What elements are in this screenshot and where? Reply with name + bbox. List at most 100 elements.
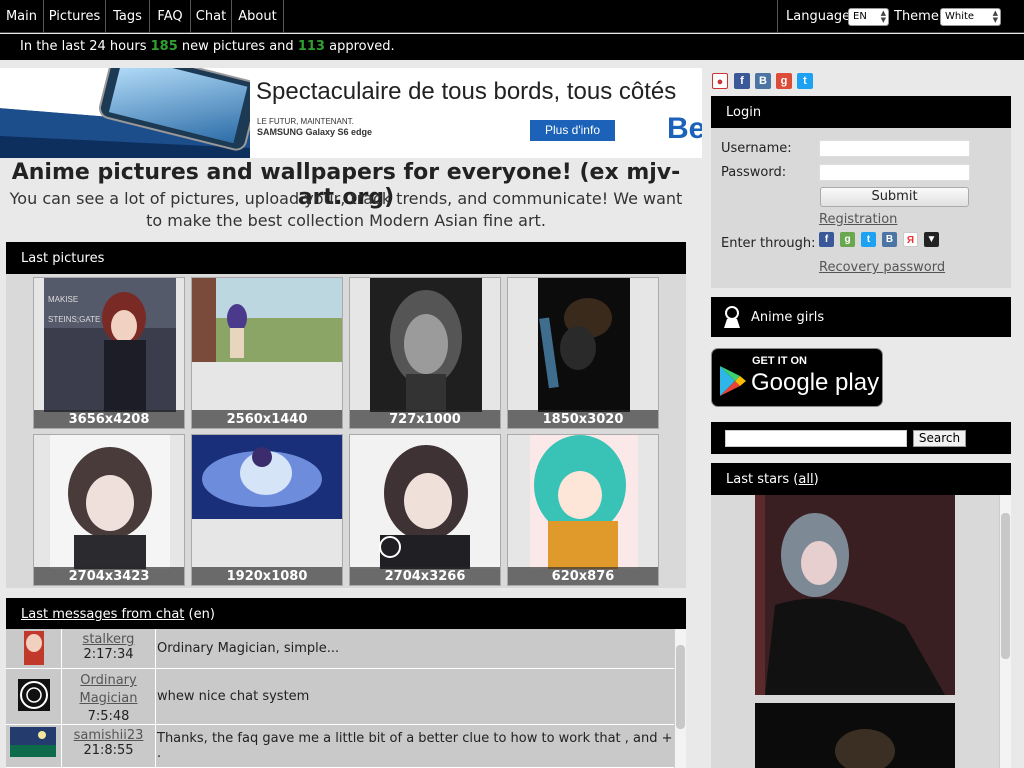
stars-scrollbar[interactable]	[999, 495, 1011, 768]
language-select[interactable]: EN ▲ ▼	[848, 8, 889, 26]
thumbnail[interactable]: 1850x3020	[507, 277, 659, 429]
user-link[interactable]: Magician	[79, 691, 137, 706]
anime-girls-bar[interactable]: Anime girls	[711, 297, 1011, 337]
spinner-icon: ▲ ▼	[880, 9, 886, 24]
thumbnail-image	[350, 435, 500, 569]
nav-faq[interactable]: FAQ	[150, 0, 191, 33]
chat-text: Thanks, the faq gave me a little bit of …	[157, 731, 673, 761]
thumbnail-image	[538, 278, 630, 412]
theme-label: Theme:	[894, 9, 944, 24]
user-link[interactable]: stalkerg	[83, 632, 135, 647]
thumbnail[interactable]: 727x1000	[349, 277, 501, 429]
google-play-badge[interactable]: GET IT ON Google play	[711, 348, 883, 407]
thumbnail[interactable]: 2560x1440	[191, 277, 343, 429]
dropdown-icon[interactable]: ▼	[924, 232, 939, 247]
password-input[interactable]	[819, 164, 970, 181]
ad-banner[interactable]: Spectaculaire de tous bords, tous côtés …	[0, 68, 702, 158]
svg-text:STEINS;GATE: STEINS;GATE	[48, 315, 100, 324]
nav-pictures[interactable]: Pictures	[44, 0, 106, 33]
chat-time: 7:5:48	[87, 709, 130, 724]
approved-count: 113	[297, 39, 325, 54]
last-stars-list	[711, 495, 1011, 768]
avatar	[6, 629, 62, 668]
top-navigation: Main Pictures Tags FAQ Chat About Langua…	[0, 0, 1024, 33]
ad-title: Spectaculaire de tous bords, tous côtés	[256, 78, 677, 105]
chat-messages: stalkerg 2:17:34 Ordinary Magician, simp…	[6, 629, 686, 768]
chat-scrollbar[interactable]	[674, 629, 686, 768]
search-bar: Search	[711, 422, 1011, 454]
vk-icon[interactable]: B	[755, 73, 771, 89]
user-link[interactable]: samishii23	[74, 728, 144, 743]
thumbnail[interactable]: 620x876	[507, 434, 659, 586]
nav-chat[interactable]: Chat	[191, 0, 232, 33]
weibo-icon[interactable]: ●	[712, 73, 728, 89]
chat-link[interactable]: Last messages from chat	[21, 607, 184, 622]
thumbnail[interactable]: 1920x1080	[191, 434, 343, 586]
resolution-label: 1850x3020	[508, 410, 658, 428]
chat-text: whew nice chat system	[157, 689, 310, 704]
login-form: Username: Password: Submit Registration …	[711, 128, 1011, 288]
thumbnail-image	[370, 278, 482, 412]
chat-header: Last messages from chat (en)	[6, 598, 686, 630]
resolution-label: 620x876	[508, 567, 658, 585]
thumbnail[interactable]: MAKISE STEINS;GATE 3656x4208	[33, 277, 185, 429]
theme-select[interactable]: White ▲ ▼	[940, 8, 1001, 26]
nav-about[interactable]: About	[232, 0, 284, 33]
chat-user: Ordinary Magician 7:5:48	[62, 669, 156, 724]
chat-row: stalkerg 2:17:34 Ordinary Magician, simp…	[6, 629, 674, 669]
thumbnail-image: MAKISE STEINS;GATE	[44, 278, 176, 412]
user-link[interactable]: Ordinary	[80, 673, 136, 688]
resolution-label: 2704x3266	[350, 567, 500, 585]
gplay-big-text: Google play	[751, 369, 880, 396]
nav-main[interactable]: Main	[0, 0, 44, 33]
nav-tags[interactable]: Tags	[106, 0, 150, 33]
recovery-password-link[interactable]: Recovery password	[819, 260, 945, 275]
scroll-thumb[interactable]	[676, 645, 685, 729]
ad-more-info-button[interactable]: Plus d'info	[530, 120, 615, 141]
google-plus-icon[interactable]: g	[776, 73, 792, 89]
username-input[interactable]	[819, 140, 970, 157]
password-label: Password:	[721, 165, 787, 180]
nav-settings: Language: EN ▲ ▼ Theme: White ▲ ▼	[777, 0, 1024, 33]
scroll-thumb[interactable]	[1001, 513, 1010, 659]
last-stars-all-link[interactable]: all	[798, 472, 813, 487]
resolution-label: 2560x1440	[192, 410, 342, 428]
resolution-label: 3656x4208	[34, 410, 184, 428]
resolution-label: 727x1000	[350, 410, 500, 428]
username-label: Username:	[721, 141, 792, 156]
chat-time: 21:8:55	[83, 743, 134, 758]
last-stars-header: Last stars (all)	[711, 463, 1011, 495]
thumbnail-image	[50, 435, 170, 569]
anime-girls-label: Anime girls	[751, 310, 825, 325]
star-picture[interactable]	[755, 703, 955, 768]
language-value: EN	[853, 11, 867, 22]
google-icon[interactable]: g	[840, 232, 855, 247]
login-title: Login	[726, 105, 762, 120]
thumbnail[interactable]: 2704x3266	[349, 434, 501, 586]
star-picture[interactable]	[755, 495, 955, 695]
thumbnail-image	[530, 435, 638, 569]
chat-row: samishii23 21:8:55 Thanks, the faq gave …	[6, 725, 674, 768]
search-button[interactable]: Search	[913, 430, 966, 447]
vk-icon[interactable]: B	[882, 232, 897, 247]
pictures-gallery: MAKISE STEINS;GATE 3656x4208 2560x1440 7…	[6, 274, 686, 588]
facebook-icon[interactable]: f	[734, 73, 750, 89]
enter-through-label: Enter through:	[721, 236, 816, 251]
phone-illustration	[0, 68, 250, 158]
twitter-icon[interactable]: t	[861, 232, 876, 247]
twitter-icon[interactable]: t	[797, 73, 813, 89]
chat-user: stalkerg 2:17:34	[62, 629, 156, 668]
avatar	[6, 725, 62, 767]
spinner-icon: ▲ ▼	[992, 9, 998, 24]
stats-prefix: In the last 24 hours	[20, 39, 147, 54]
resolution-label: 2704x3423	[34, 567, 184, 585]
thumbnail[interactable]: 2704x3423	[33, 434, 185, 586]
facebook-icon[interactable]: f	[819, 232, 834, 247]
search-input[interactable]	[725, 430, 907, 447]
registration-link[interactable]: Registration	[819, 212, 897, 227]
submit-button[interactable]: Submit	[820, 187, 969, 207]
yandex-icon[interactable]: Я	[903, 232, 918, 247]
login-header: Login	[711, 96, 1011, 128]
new-count: 185	[150, 39, 178, 54]
resolution-label: 1920x1080	[192, 567, 342, 585]
